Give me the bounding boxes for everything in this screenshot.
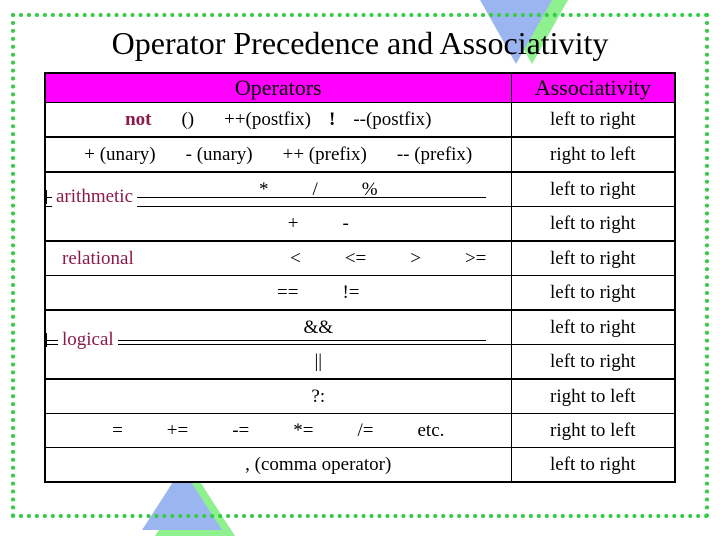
op-etc: etc.	[417, 419, 445, 441]
op-plus-assign: +=	[166, 419, 189, 441]
operator-precedence-table: Operators Associativity not () ++(postfix)…	[44, 72, 676, 483]
table-row: * /% left to right	[44, 171, 676, 207]
op-logical-and: &&	[303, 316, 334, 338]
op-postfix-decrement: --(postfix)	[353, 108, 432, 130]
table-row: ?: right to left	[44, 378, 676, 414]
op-minus-assign: -=	[232, 419, 250, 441]
op-subtract: -	[342, 212, 349, 234]
keyword-not: not	[125, 108, 152, 130]
op-postfix-increment: ++(postfix)	[224, 108, 311, 130]
op-equal-equal: ==	[277, 281, 299, 303]
op-comma: ,	[245, 453, 250, 475]
op-parens: ()	[181, 108, 195, 130]
cell-operators-additive: + -	[44, 206, 512, 242]
cell-operators-comma: , (comma operator)	[44, 447, 512, 483]
table-row: == != left to right	[44, 275, 676, 311]
group-label-arithmetic: arithmetic	[52, 187, 138, 207]
table-row: || left to right	[44, 344, 676, 380]
op-assign: =	[112, 419, 123, 441]
table-row: = += -= *= /= etc. right to left	[44, 413, 676, 448]
table-row: + (unary) - (unary) ++ (prefix) -- (prefix)…	[44, 136, 676, 173]
cell-operators-equality: == !=	[44, 275, 512, 311]
op-times-assign: *=	[293, 419, 314, 441]
op-unary-minus: - (unary)	[185, 143, 253, 165]
table-header-row: Operators Associativity	[44, 72, 676, 103]
column-header-associativity: Associativity	[510, 72, 676, 103]
op-prefix-increment: ++ (prefix)	[282, 143, 367, 165]
table-row: + - left to right	[44, 206, 676, 242]
group-label-relational: relational	[62, 247, 134, 269]
op-add: +	[287, 212, 299, 234]
table-body: not () ++(postfix)! --(postfix) left to rig…	[44, 102, 676, 483]
cell-operators-assignment: = += -= *= /= etc.	[44, 413, 512, 448]
op-unary-plus: + (unary)	[84, 143, 156, 165]
cell-associativity: right to left	[510, 413, 676, 448]
cell-associativity: left to right	[510, 102, 676, 138]
op-not-equal: !=	[342, 281, 360, 303]
table-row: relational < <= > >= left to right	[44, 240, 676, 276]
table-row: not () ++(postfix)! --(postfix) left to rig…	[44, 102, 676, 138]
cell-operators-conditional: ?:	[44, 378, 512, 414]
column-header-operators: Operators	[44, 72, 512, 103]
table-header: Operators Associativity	[44, 72, 676, 103]
op-comma-note: (comma operator)	[254, 453, 392, 475]
op-less-equal: <=	[344, 247, 367, 269]
operator-precedence-table-wrapper: Operators Associativity not () ++(postfix)…	[44, 72, 676, 483]
cell-operators-postfix: not () ++(postfix)! --(postfix)	[44, 102, 512, 138]
op-logical-or: ||	[314, 350, 323, 372]
op-greater-equal: >=	[464, 247, 487, 269]
op-conditional: ?:	[311, 385, 326, 407]
op-greater-than: >	[410, 247, 421, 269]
op-less-than: <	[290, 247, 301, 269]
cell-operators-unary: + (unary) - (unary) ++ (prefix) -- (prefix)	[44, 136, 512, 173]
page-title: Operator Precedence and Associativity	[111, 25, 609, 61]
op-logical-not: !	[329, 108, 336, 130]
cell-operators-relational: relational < <= > >=	[44, 240, 512, 276]
table-row: , (comma operator) left to right	[44, 447, 676, 483]
cell-associativity: right to left	[510, 136, 676, 173]
slide-canvas: Operator Precedence and Associativity Op…	[0, 0, 720, 540]
group-label-logical: logical	[58, 330, 118, 350]
op-prefix-decrement: -- (prefix)	[396, 143, 473, 165]
op-divide-assign: /=	[357, 419, 374, 441]
